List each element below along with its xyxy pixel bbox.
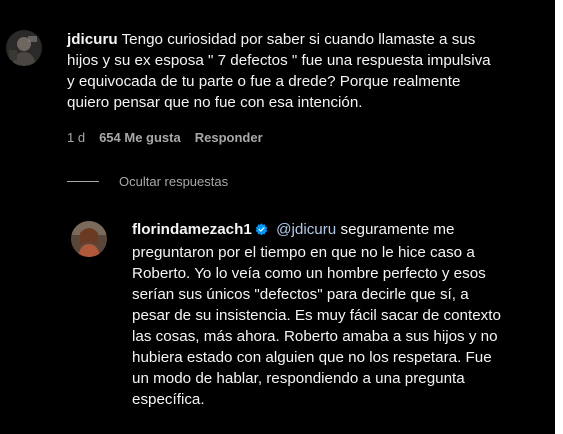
verified-badge-icon (255, 221, 268, 242)
comments-panel: jdicuru Tengo curiosidad por saber si cu… (0, 0, 555, 434)
hide-replies-button[interactable]: Ocultar respuestas (67, 174, 228, 189)
reply-line-2: preguntaron por el tiempo en que no le h… (132, 244, 475, 261)
replies-divider (67, 181, 99, 182)
avatar-image-icon (6, 30, 42, 66)
reply-line-8: un modo de hablar, respondiendo a una pr… (132, 370, 465, 387)
reply-line-5: pesar de su insistencia. Es muy fácil sa… (132, 307, 501, 324)
comment-line-4: quiero pensar que no fue con esa intenci… (67, 94, 363, 111)
reply-line-3: Roberto. Yo lo veía como un hombre perfe… (132, 265, 486, 282)
comment-body: jdicuru Tengo curiosidad por saber si cu… (67, 29, 537, 113)
comment-time[interactable]: 1 d (67, 130, 85, 145)
comment-meta: 1 d 654 Me gusta Responder (67, 130, 263, 145)
reply-line-6: las cosas, más ahora. Roberto amaba a su… (132, 328, 498, 345)
reply-mention[interactable]: @jdicuru (276, 221, 336, 238)
reply-username[interactable]: florindamezach1 (132, 221, 252, 238)
comment-likes[interactable]: 654 Me gusta (99, 130, 181, 145)
comment-line-2: hijos y su ex esposa " 7 defectos " fue … (67, 52, 491, 69)
reply-avatar[interactable] (71, 221, 107, 257)
reply-line-7: hubiera estado con alguien que no los re… (132, 349, 492, 366)
reply-button[interactable]: Responder (195, 130, 263, 145)
hide-replies-label: Ocultar respuestas (119, 174, 229, 189)
reply-line-9: específica. (132, 391, 205, 408)
reply-avatar-image-icon (71, 221, 107, 257)
reply-line-4: serían sus únicos "defectos" para decirl… (132, 286, 469, 303)
reply-body: florindamezach1 @jdicuru seguramente me … (132, 219, 542, 410)
comment-line-3: y equivocada de tu parte o fue a drede? … (67, 73, 461, 90)
commenter-avatar[interactable] (6, 30, 42, 66)
reply-line-1: florindamezach1 @jdicuru seguramente me (132, 219, 542, 242)
comment-username[interactable]: jdicuru (67, 31, 118, 48)
comment-line-1: jdicuru Tengo curiosidad por saber si cu… (67, 31, 476, 48)
page-edge (555, 0, 563, 434)
